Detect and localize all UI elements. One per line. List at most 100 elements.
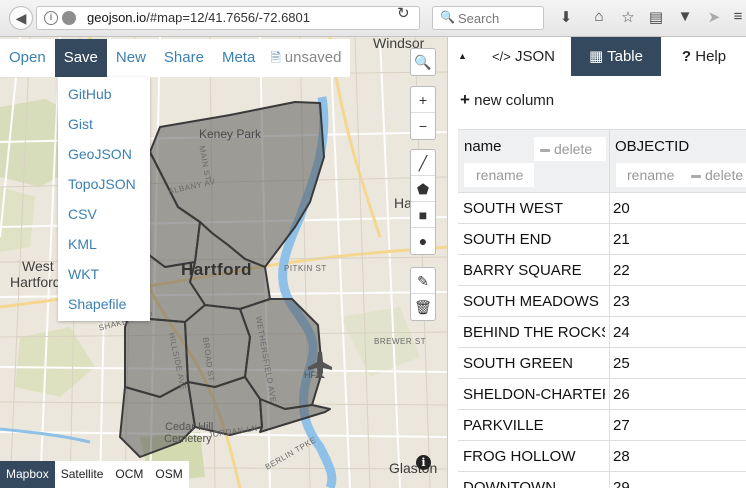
table-row: BARRY SQUARE 22	[458, 255, 746, 286]
delete-name-column-button[interactable]: delete	[534, 137, 606, 161]
document-icon: 🗎	[270, 50, 281, 65]
save-option-topojson[interactable]: TopoJSON	[58, 169, 150, 199]
table-row: FROG HOLLOW 28	[458, 441, 746, 472]
cell-objectid[interactable]: 25	[613, 348, 630, 379]
browser-toolbar: ◀ i geojson.io/#map=12/41.7656/-72.6801 …	[0, 0, 746, 37]
new-column-button[interactable]: + new column	[460, 90, 554, 110]
tab-help[interactable]: ? Help	[661, 37, 746, 76]
draw-rectangle-icon[interactable]: ■	[411, 202, 435, 228]
table-row: BEHIND THE ROCKS 24	[458, 317, 746, 348]
delete-objectid-column-button[interactable]: delete	[686, 163, 746, 187]
edit-control: ✎ 🗑	[410, 267, 436, 321]
draw-line-icon[interactable]: ╱	[411, 150, 435, 176]
cell-objectid[interactable]: 23	[613, 286, 630, 317]
open-button[interactable]: Open	[0, 39, 55, 77]
cell-name[interactable]: DOWNTOWN	[463, 472, 605, 488]
table-row: SOUTH END 21	[458, 224, 746, 255]
save-option-wkt[interactable]: WKT	[58, 259, 150, 289]
layer-osm[interactable]: OSM	[149, 461, 188, 488]
collapse-caret-icon[interactable]: ▲	[458, 37, 467, 76]
cell-name[interactable]: SOUTH WEST	[463, 193, 605, 224]
draw-control: ╱ ⬟ ■ ●	[410, 149, 436, 255]
column-header-objectid: OBJECTID	[615, 138, 690, 155]
save-option-csv[interactable]: CSV	[58, 199, 150, 229]
layer-satellite[interactable]: Satellite	[55, 461, 110, 488]
column-divider	[609, 379, 610, 410]
map-label-west-hartford-1: West	[22, 258, 54, 274]
zoom-in-icon[interactable]: +	[411, 87, 435, 113]
panel-tabs: ▲ </> JSON ▦ Table ? Help	[448, 37, 746, 76]
save-option-gist[interactable]: Gist	[58, 109, 150, 139]
search-bar[interactable]: 🔍 Search	[432, 6, 544, 30]
table-row: PARKVILLE 27	[458, 410, 746, 441]
menu-icon[interactable]: ≡	[728, 8, 746, 25]
map-label-hartford: Hartford	[181, 260, 253, 279]
column-divider	[609, 255, 610, 286]
back-button[interactable]: ◀	[9, 6, 33, 30]
cell-objectid[interactable]: 28	[613, 441, 630, 472]
cell-name[interactable]: SHELDON-CHARTER OAK	[463, 379, 605, 410]
zoom-out-icon[interactable]: −	[411, 113, 435, 139]
zoom-control: + −	[410, 86, 436, 140]
tab-json[interactable]: </> JSON	[476, 37, 571, 76]
cell-name[interactable]: FROG HOLLOW	[463, 441, 605, 472]
send-icon[interactable]: ➤	[704, 8, 724, 26]
map-label-west-hartford-2: Hartford	[10, 274, 61, 290]
map-search-icon[interactable]: 🔍	[411, 49, 435, 75]
cell-objectid[interactable]: 24	[613, 317, 630, 348]
info-icon[interactable]: i	[44, 11, 58, 25]
reload-icon[interactable]: ↻	[397, 4, 410, 22]
draw-polygon-icon[interactable]: ⬟	[411, 176, 435, 202]
column-divider	[609, 317, 610, 348]
file-menu-bar: Open Save New Share Meta 🗎 unsaved	[0, 39, 351, 77]
cell-name[interactable]: BEHIND THE ROCKS	[463, 317, 605, 348]
cell-objectid[interactable]: 20	[613, 193, 630, 224]
url-text: geojson.io/#map=12/41.7656/-72.6801	[87, 10, 310, 25]
cell-name[interactable]: SOUTH GREEN	[463, 348, 605, 379]
share-button[interactable]: Share	[155, 39, 213, 77]
meta-button[interactable]: Meta	[213, 39, 264, 77]
url-bar[interactable]: i geojson.io/#map=12/41.7656/-72.6801	[36, 6, 420, 30]
save-option-github[interactable]: GitHub	[58, 79, 150, 109]
bookmark-star-icon[interactable]: ☆	[618, 8, 638, 26]
save-dropdown: GitHub Gist GeoJSON TopoJSON CSV KML WKT…	[58, 77, 150, 321]
save-option-geojson[interactable]: GeoJSON	[58, 139, 150, 169]
cell-name[interactable]: SOUTH MEADOWS	[463, 286, 605, 317]
save-button[interactable]: Save	[54, 39, 107, 77]
home-icon[interactable]: ⌂	[589, 8, 609, 25]
pocket-icon[interactable]: ▼	[675, 8, 695, 25]
column-header-name: name	[464, 138, 502, 155]
cell-objectid[interactable]: 29	[613, 472, 630, 488]
trash-icon[interactable]: 🗑	[411, 294, 435, 320]
cell-objectid[interactable]: 21	[613, 224, 630, 255]
save-option-kml[interactable]: KML	[58, 229, 150, 259]
new-button[interactable]: New	[107, 39, 155, 77]
table-row: SOUTH MEADOWS 23	[458, 286, 746, 317]
edit-icon[interactable]: ✎	[411, 268, 435, 294]
layer-ocm[interactable]: OCM	[109, 461, 149, 488]
cell-objectid[interactable]: 22	[613, 255, 630, 286]
code-icon: </>	[492, 49, 511, 64]
question-icon: ?	[681, 48, 692, 65]
table-header: name delete rename OBJECTID rename delet…	[458, 130, 746, 193]
save-option-shapefile[interactable]: Shapefile	[58, 289, 150, 319]
cell-name[interactable]: PARKVILLE	[463, 410, 605, 441]
tab-table[interactable]: ▦ Table	[571, 37, 661, 76]
map-label-brewer: BREWER ST	[374, 337, 427, 346]
rename-name-column-input[interactable]: rename	[464, 163, 534, 187]
search-icon: 🔍	[440, 10, 455, 24]
cell-objectid[interactable]: 26	[613, 379, 630, 410]
plus-icon: +	[460, 90, 470, 109]
map-view[interactable]: Windsor Keney Park Hartford West Hartfor…	[0, 37, 447, 488]
draw-marker-icon[interactable]: ●	[411, 228, 435, 254]
cell-objectid[interactable]: 27	[613, 410, 630, 441]
cell-name[interactable]: BARRY SQUARE	[463, 255, 605, 286]
search-placeholder: Search	[458, 11, 500, 26]
reading-list-icon[interactable]: ▤	[646, 8, 666, 26]
rename-objectid-column-input[interactable]: rename	[616, 163, 686, 187]
download-icon[interactable]: ⬇	[556, 8, 576, 26]
layer-mapbox[interactable]: Mapbox	[0, 461, 55, 488]
layer-switcher: Mapbox Satellite OCM OSM	[0, 461, 189, 488]
cell-name[interactable]: SOUTH END	[463, 224, 605, 255]
map-info-icon[interactable]: i	[416, 455, 431, 470]
